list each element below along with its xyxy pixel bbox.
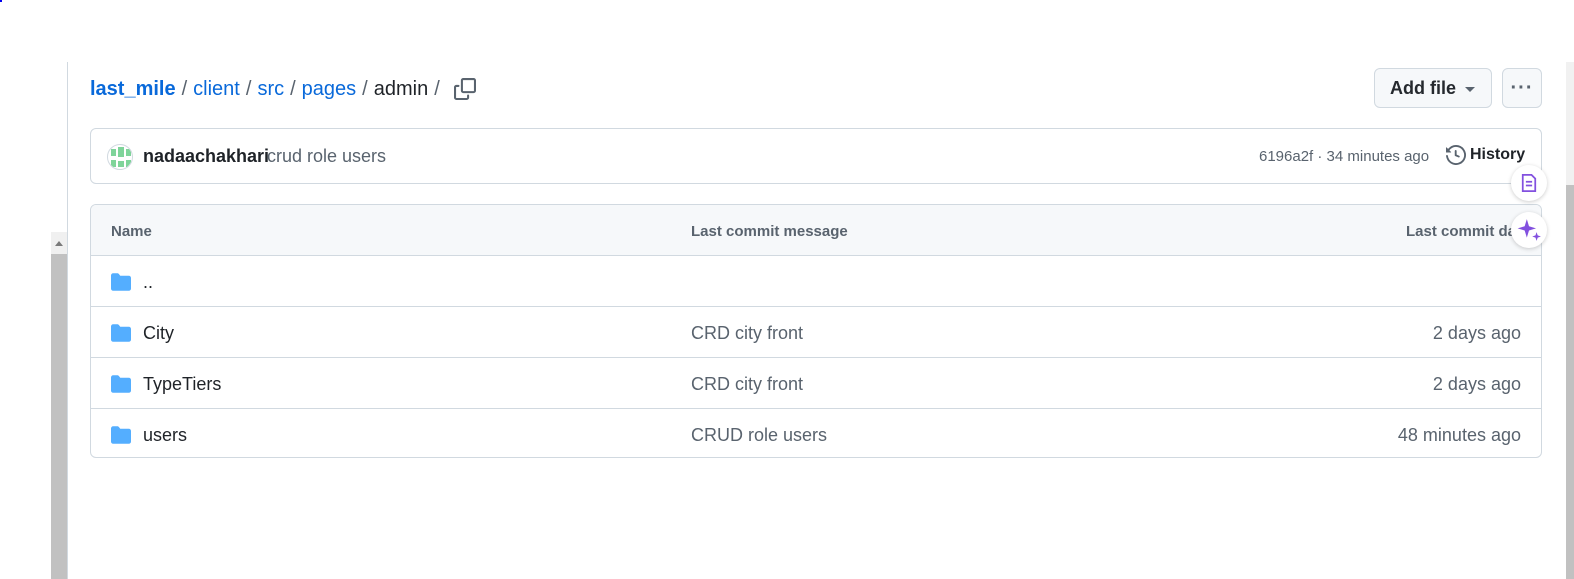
breadcrumb-current: admin <box>373 77 429 100</box>
breadcrumb: last_mile / client / src / pages / admin… <box>90 74 480 104</box>
breadcrumb-repo-link[interactable]: last_mile <box>90 78 176 101</box>
latest-commit-box: nadaachakhari crud role users 6196a2f · … <box>90 128 1542 184</box>
left-border <box>67 62 68 579</box>
history-icon <box>1446 145 1466 165</box>
commit-meta[interactable]: 6196a2f · 34 minutes ago <box>1259 148 1429 165</box>
commit-author-link[interactable]: nadaachakhari <box>143 146 269 167</box>
breadcrumb-separator: / <box>362 77 368 100</box>
file-table: Name Last commit message Last commit dat… <box>90 204 1542 458</box>
breadcrumb-separator: / <box>290 77 296 100</box>
commit-message-link[interactable]: CRD city front <box>691 323 803 344</box>
commit-date: 48 minutes ago <box>1397 425 1521 445</box>
commit-message-link[interactable]: CRD city front <box>691 374 803 395</box>
header-name: Name <box>111 223 152 240</box>
table-row[interactable]: City CRD city front 2 days ago <box>91 307 1541 358</box>
right-scrollbar-thumb[interactable] <box>1566 185 1574 579</box>
breadcrumb-client-link[interactable]: client <box>193 78 240 101</box>
folder-icon <box>111 324 131 342</box>
more-options-button[interactable]: ··· <box>1502 68 1542 108</box>
breadcrumb-separator: / <box>181 77 188 100</box>
breadcrumb-separator: / <box>245 77 252 100</box>
folder-icon <box>111 426 131 444</box>
copy-icon <box>453 78 476 100</box>
copilot-button[interactable] <box>1511 212 1547 248</box>
file-summary-icon <box>1521 174 1537 192</box>
file-summary-button[interactable] <box>1511 165 1547 201</box>
commit-date: 2 days ago <box>1432 374 1521 394</box>
scroll-up-arrow[interactable] <box>51 232 67 254</box>
folder-name-link[interactable]: users <box>143 425 187 446</box>
history-button[interactable]: History <box>1446 145 1525 165</box>
sparkle-icon <box>1517 219 1541 241</box>
breadcrumb-src-link[interactable]: src <box>257 78 284 101</box>
add-file-button[interactable]: Add file <box>1374 68 1492 108</box>
header-date: Last commit dat <box>1405 223 1521 240</box>
folder-icon <box>111 375 131 393</box>
folder-name-link[interactable]: TypeTiers <box>143 374 221 395</box>
table-row[interactable]: TypeTiers CRD city front 2 days ago <box>91 358 1541 409</box>
avatar[interactable] <box>107 144 133 170</box>
folder-name-link[interactable]: City <box>143 323 174 344</box>
left-scrollbar[interactable] <box>51 232 67 579</box>
history-label: History <box>1470 146 1526 163</box>
kebab-icon: ··· <box>1510 76 1534 99</box>
header-message: Last commit message <box>691 223 848 240</box>
commit-date: 2 days ago <box>1432 323 1521 343</box>
chevron-down-icon <box>1465 87 1475 92</box>
corner-dot <box>0 0 2 2</box>
folder-icon <box>111 273 131 291</box>
commit-message-link[interactable]: CRUD role users <box>691 425 827 446</box>
breadcrumb-separator: / <box>434 77 440 100</box>
table-row[interactable]: users CRUD role users 48 minutes ago <box>91 409 1541 457</box>
table-row-parent[interactable]: .. <box>91 256 1541 307</box>
copy-path-button[interactable] <box>450 74 480 104</box>
table-header: Name Last commit message Last commit dat <box>91 205 1541 256</box>
add-file-label: Add file <box>1390 77 1456 98</box>
breadcrumb-pages-link[interactable]: pages <box>302 78 357 101</box>
commit-message-link[interactable]: crud role users <box>267 146 386 167</box>
parent-directory-link[interactable]: .. <box>143 272 153 293</box>
